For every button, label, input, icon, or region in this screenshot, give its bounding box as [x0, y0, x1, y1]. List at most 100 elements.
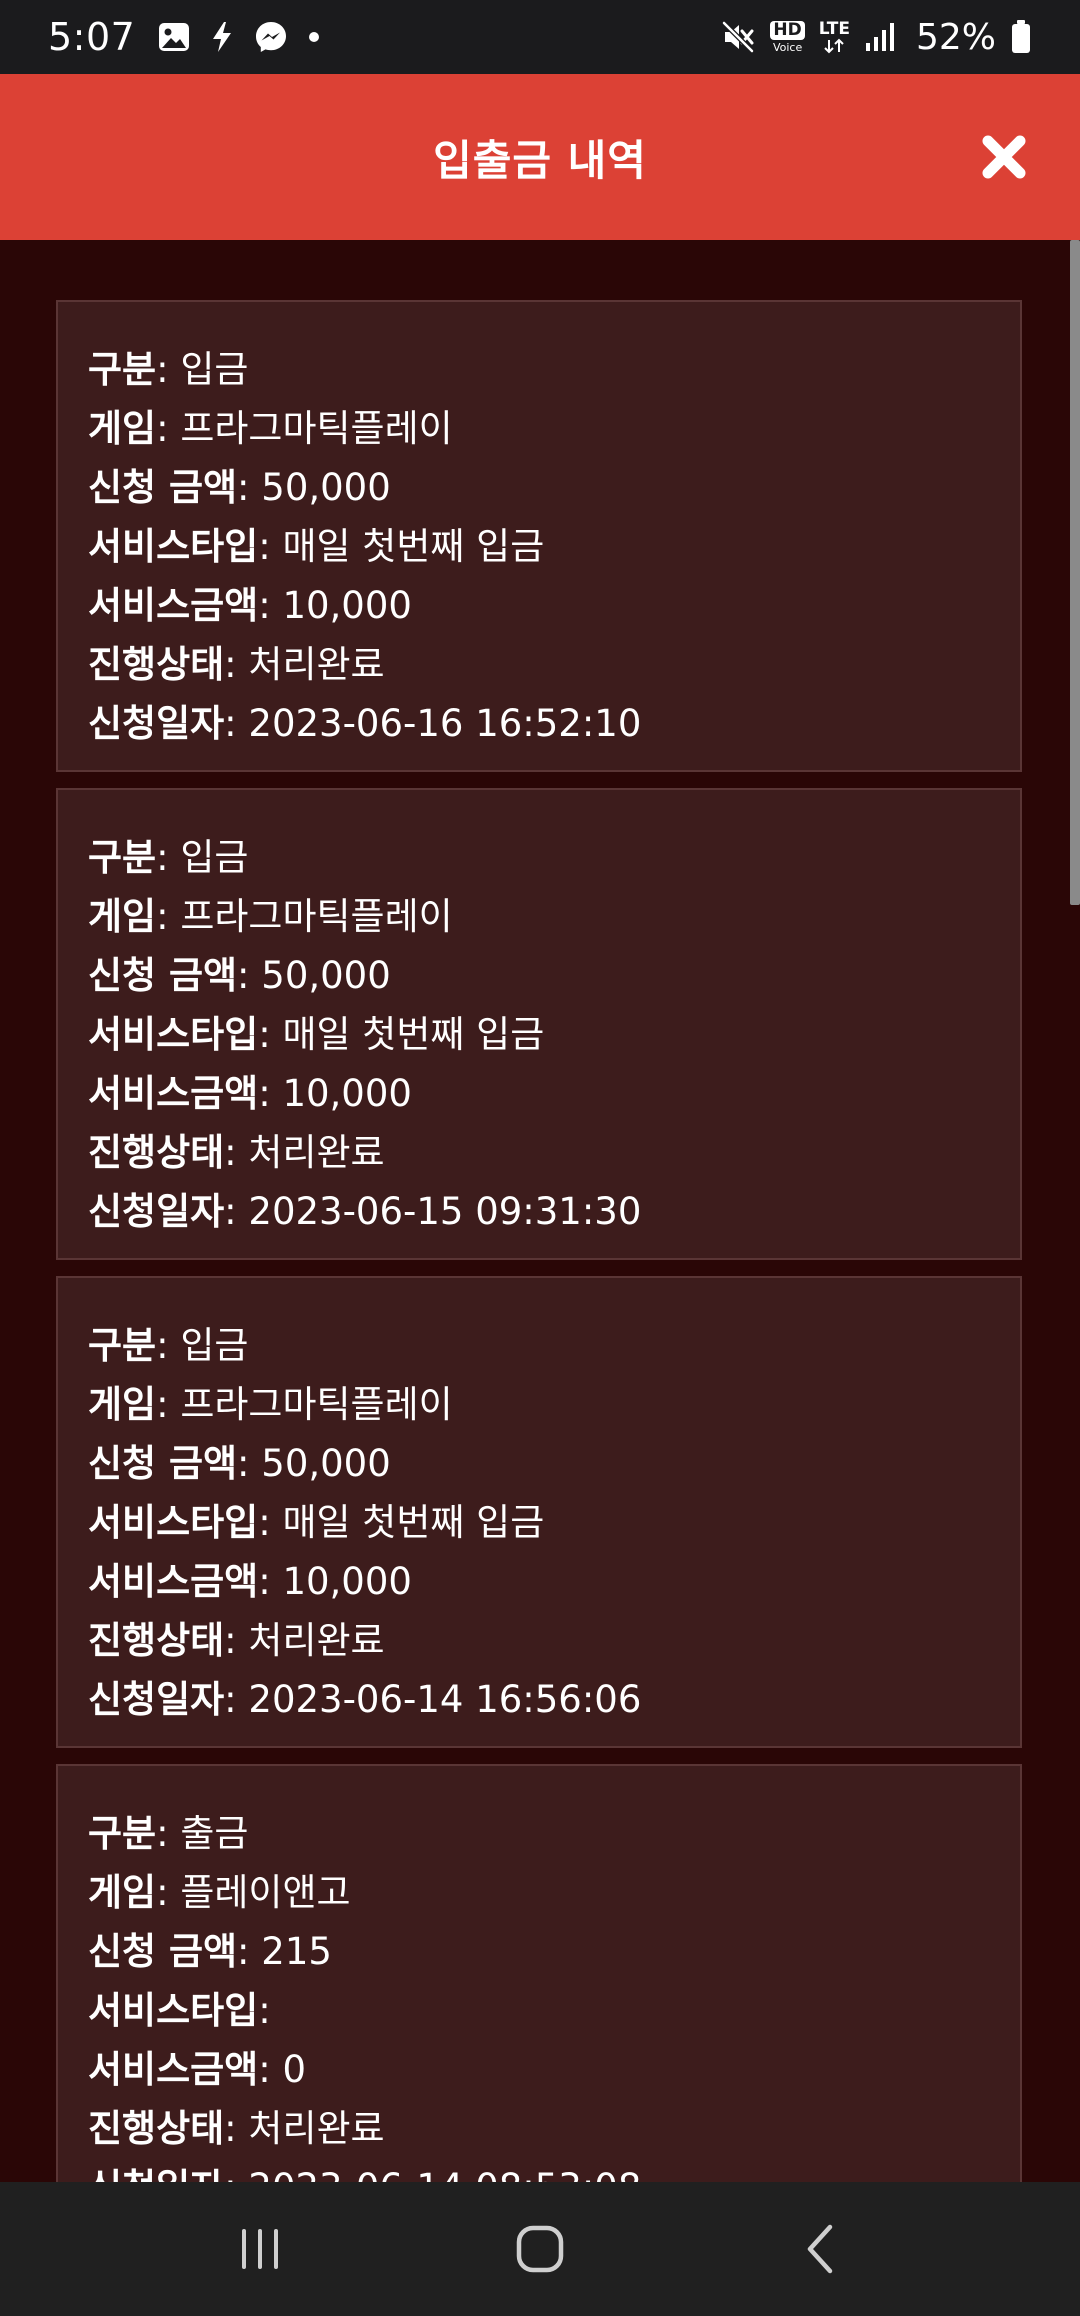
label-service-amount: 서비스금액 [88, 1072, 259, 1115]
value-service-type: 매일 첫번째 입금 [282, 1013, 545, 1056]
recents-button[interactable] [210, 2209, 310, 2289]
row-game: 게임: 프라그마틱플레이 [88, 895, 453, 938]
home-icon [516, 2225, 564, 2273]
label-date: 신청일자 [88, 702, 225, 745]
label-date: 신청일자 [88, 1678, 225, 1721]
label-service-amount: 서비스금액 [88, 1560, 259, 1603]
label-date: 신청일자 [88, 1190, 225, 1233]
bolt-icon [209, 20, 235, 54]
lte-text: LTE [818, 18, 850, 39]
value-service-amount: 10,000 [282, 1072, 412, 1115]
close-icon [982, 135, 1026, 179]
label-service-type: 서비스타입 [88, 525, 259, 568]
signal-icon [864, 21, 898, 53]
battery-icon [1010, 19, 1032, 55]
transaction-card: 구분: 입금 게임: 프라그마틱플레이 신청 금액: 50,000 서비스타입:… [56, 1276, 1022, 1748]
value-game: 플레이앤고 [180, 1871, 351, 1914]
transaction-list[interactable]: 구분: 입금 게임: 프라그마틱플레이 신청 금액: 50,000 서비스타입:… [0, 240, 1068, 2182]
home-button[interactable] [490, 2209, 590, 2289]
status-right-icons: HD Voice LTE 52% [720, 17, 1032, 58]
value-service-amount: 10,000 [282, 584, 412, 627]
row-amount: 신청 금액: 215 [88, 1930, 332, 1973]
back-button[interactable] [770, 2209, 870, 2289]
row-date: 신청일자: 2023-06-14 16:56:06 [88, 1678, 642, 1721]
hd-voice-icon: HD Voice [770, 21, 805, 54]
status-bar: 5:07 HD Voice LTE 52% [0, 0, 1080, 74]
status-time: 5:07 [48, 15, 136, 59]
row-game: 게임: 프라그마틱플레이 [88, 407, 453, 450]
label-amount: 신청 금액 [88, 1930, 238, 1973]
page-title: 입출금 내역 [433, 135, 647, 185]
label-game: 게임 [88, 1383, 157, 1426]
value-amount: 50,000 [261, 466, 391, 509]
value-amount: 215 [261, 1930, 332, 1973]
value-type: 출금 [180, 1812, 249, 1855]
label-type: 구분 [88, 1324, 157, 1367]
row-service-type: 서비스타입: 매일 첫번째 입금 [88, 1501, 545, 1544]
messenger-icon [253, 19, 289, 55]
label-type: 구분 [88, 348, 157, 391]
label-date: 신청일자 [88, 2166, 224, 2182]
row-date: 신청일자: 2023-06-15 09:31:30 [88, 1190, 642, 1233]
value-game: 프라그마틱플레이 [180, 1383, 453, 1426]
label-game: 게임 [88, 895, 157, 938]
screen: 5:07 HD Voice LTE 52% 입출금 내역 구분: 입금 게임: … [0, 0, 1080, 2316]
label-amount: 신청 금액 [88, 466, 238, 509]
label-amount: 신청 금액 [88, 1442, 238, 1485]
row-service-type: 서비스타입: [88, 1989, 271, 2032]
row-amount: 신청 금액: 50,000 [88, 954, 391, 997]
row-date: 신청일자: 2023-06-14 08:53:08 [88, 2158, 990, 2182]
value-date: 2023-06-15 09:31:30 [248, 1190, 642, 1233]
navigation-bar [0, 2182, 1080, 2316]
row-type: 구분: 입금 [88, 836, 249, 879]
label-amount: 신청 금액 [88, 954, 238, 997]
row-date: 신청일자: 2023-06-16 16:52:10 [88, 702, 642, 745]
row-type: 구분: 입금 [88, 1324, 249, 1367]
value-status: 처리완료 [248, 1619, 385, 1662]
label-type: 구분 [88, 836, 157, 879]
transaction-card: 구분: 입금 게임: 프라그마틱플레이 신청 금액: 50,000 서비스타입:… [56, 788, 1022, 1260]
value-amount: 50,000 [261, 1442, 391, 1485]
row-game: 게임: 플레이앤고 [88, 1871, 351, 1914]
value-status: 처리완료 [248, 1131, 385, 1174]
value-date: 2023-06-14 08:53:08 [248, 2166, 641, 2182]
label-service-type: 서비스타입 [88, 1989, 259, 2032]
value-type: 입금 [180, 1324, 249, 1367]
row-service-amount: 서비스금액: 10,000 [88, 584, 412, 627]
label-status: 진행상태 [88, 643, 225, 686]
back-icon [807, 2224, 833, 2274]
row-status: 진행상태: 처리완료 [88, 1131, 385, 1174]
value-service-amount: 10,000 [282, 1560, 412, 1603]
recents-icon [242, 2229, 278, 2269]
row-service-type: 서비스타입: 매일 첫번째 입금 [88, 525, 545, 568]
row-amount: 신청 금액: 50,000 [88, 466, 391, 509]
value-service-type: 매일 첫번째 입금 [282, 525, 545, 568]
row-status: 진행상태: 처리완료 [88, 2107, 385, 2150]
label-service-amount: 서비스금액 [88, 584, 259, 627]
value-service-amount: 0 [282, 2048, 306, 2091]
value-status: 처리완료 [248, 643, 385, 686]
row-status: 진행상태: 처리완료 [88, 1619, 385, 1662]
label-service-type: 서비스타입 [88, 1013, 259, 1056]
label-type: 구분 [88, 1812, 157, 1855]
row-service-amount: 서비스금액: 10,000 [88, 1072, 412, 1115]
value-type: 입금 [180, 348, 249, 391]
label-game: 게임 [88, 407, 157, 450]
scrollbar[interactable] [1070, 240, 1080, 905]
row-type: 구분: 입금 [88, 348, 249, 391]
gallery-icon [157, 20, 191, 54]
transaction-card: 구분: 출금 게임: 플레이앤고 신청 금액: 215 서비스타입: 서비스금액… [56, 1764, 1022, 2182]
status-left-icons [157, 19, 321, 55]
label-status: 진행상태 [88, 1131, 225, 1174]
value-type: 입금 [180, 836, 249, 879]
header-bar: 입출금 내역 [0, 74, 1080, 240]
label-game: 게임 [88, 1871, 157, 1914]
lte-icon: LTE [818, 18, 850, 54]
value-status: 처리완료 [248, 2107, 385, 2150]
row-amount: 신청 금액: 50,000 [88, 1442, 391, 1485]
row-game: 게임: 프라그마틱플레이 [88, 1383, 453, 1426]
voice-text: Voice [772, 41, 803, 54]
value-game: 프라그마틱플레이 [180, 407, 453, 450]
close-button[interactable] [976, 129, 1032, 185]
row-service-type: 서비스타입: 매일 첫번째 입금 [88, 1013, 545, 1056]
